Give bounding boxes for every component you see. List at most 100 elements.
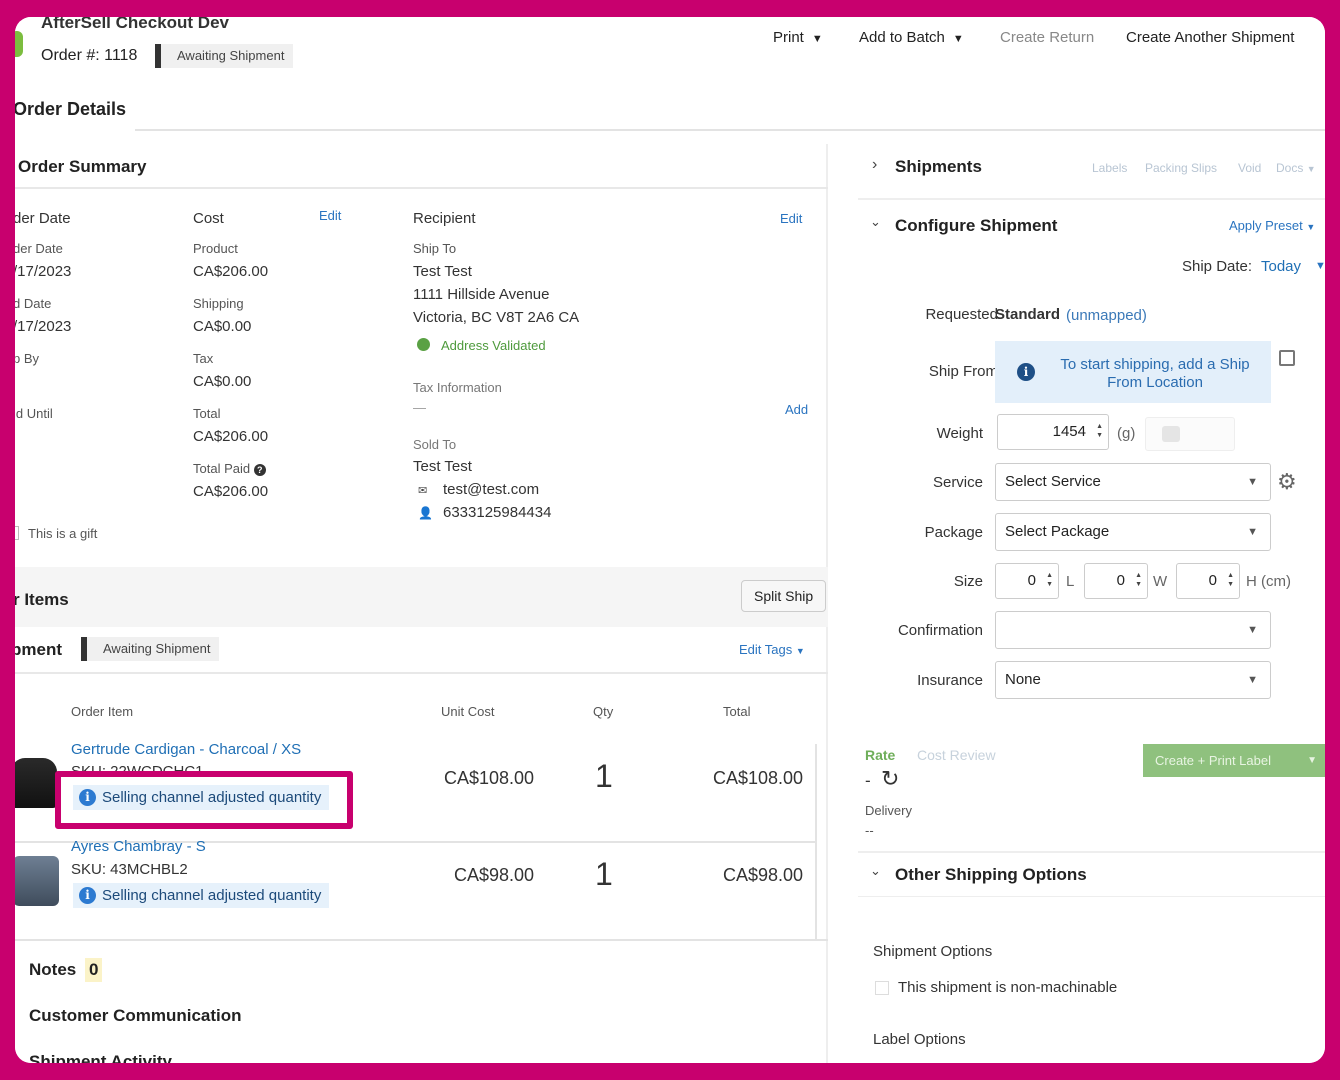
apply-preset-menu[interactable]: Apply Preset ▼ [1229, 218, 1315, 233]
docs-menu[interactable]: Docs ▼ [1276, 161, 1316, 175]
notes-section[interactable]: Notes 0 [29, 958, 103, 982]
order-date-value: /17/2023 [15, 263, 72, 280]
scale-button[interactable] [1145, 417, 1235, 451]
requested-mapping-link[interactable]: (unmapped) [1066, 307, 1147, 324]
chevron-down-icon[interactable]: ▼ [1315, 260, 1325, 272]
help-icon[interactable]: ? [253, 464, 266, 476]
tab-divider [135, 129, 1325, 131]
customer-communication-section[interactable]: Customer Communication [29, 1006, 242, 1026]
info-icon: i [1017, 363, 1035, 381]
recipient-name: Test Test [413, 263, 472, 280]
refresh-icon[interactable]: ↻ [881, 766, 899, 792]
insurance-select[interactable]: None ▼ [995, 661, 1271, 699]
insurance-label: Insurance [917, 672, 983, 689]
width-unit: W [1153, 573, 1168, 590]
create-print-label-button[interactable]: Create + Print Label ▼ [1143, 744, 1325, 777]
cost-edit-link[interactable]: Edit [319, 208, 341, 223]
add-to-batch-label: Add to Batch [859, 29, 945, 46]
address-validated: Address Validated [441, 338, 546, 353]
ship-to-label: Ship To [413, 241, 457, 256]
other-shipping-options-title[interactable]: Other Shipping Options [895, 865, 1087, 885]
weight-input[interactable]: 1454 ▲ ▼ [997, 414, 1109, 450]
tab-order-details[interactable]: Order Details [15, 99, 126, 120]
envelope-icon: ✉ [418, 485, 428, 497]
length-input[interactable]: 0 ▲ ▼ [995, 563, 1059, 599]
item-sku: SKU: 22WCDCHC1 [71, 763, 204, 771]
chevron-down-icon: ▼ [795, 646, 805, 656]
spinner-icon[interactable]: ▲ ▼ [1096, 422, 1103, 440]
ship-date-picker[interactable]: Today [1261, 258, 1301, 275]
print-button[interactable]: Print ▼ [763, 25, 833, 51]
shipment-status-badge: Awaiting Shipment [81, 637, 220, 661]
item-name-link[interactable]: Ayres Chambray - S [71, 838, 206, 855]
item-unit-cost: CA$98.00 [454, 865, 535, 885]
adjusted-qty-notice: i Selling channel adjusted quantity [73, 883, 330, 908]
tab-rate[interactable]: Rate [865, 747, 895, 763]
total-paid-text: Total Paid [193, 461, 251, 476]
rate-value: - [865, 771, 871, 790]
order-date-label: der Date [15, 241, 63, 256]
ship-from-message[interactable]: To start shipping, add a Ship From Locat… [1045, 356, 1265, 392]
col-total: Total [723, 704, 751, 719]
package-label: Package [924, 524, 983, 541]
spinner-icon[interactable]: ▲ ▼ [1227, 571, 1234, 589]
delivery-label: Delivery [865, 803, 912, 818]
product-label: Product [193, 241, 238, 256]
row-divider [15, 939, 828, 941]
chevron-down-icon: ▼ [1247, 476, 1258, 488]
delivery-value: -- [865, 823, 874, 838]
gift-label: This is a gift [28, 526, 98, 541]
chevron-down-icon[interactable]: ⌄ [870, 863, 881, 879]
void-link[interactable]: Void [1238, 161, 1261, 175]
scale-icon [1162, 426, 1180, 442]
package-select[interactable]: Select Package ▼ [995, 513, 1271, 551]
ship-from-label: Ship From [928, 363, 998, 380]
person-icon: 👤 [418, 506, 433, 520]
packing-slips-link[interactable]: Packing Slips [1145, 161, 1217, 175]
shipping-label: Shipping [193, 296, 244, 311]
confirmation-select[interactable]: ▼ [995, 611, 1271, 649]
paid-date-value: /17/2023 [15, 318, 72, 335]
weight-label: Weight [936, 425, 983, 442]
calculator-icon[interactable] [1279, 350, 1295, 366]
tax-info-add-link[interactable]: Add [785, 402, 808, 417]
order-summary-title: Order Summary [18, 157, 147, 176]
chevron-down-icon: ▼ [811, 33, 823, 45]
recipient-edit-link[interactable]: Edit [780, 211, 802, 226]
tab-cost-review[interactable]: Cost Review [917, 747, 996, 763]
tax-info-value: — [413, 400, 426, 415]
edit-tags-link[interactable]: Edit Tags ▼ [739, 642, 805, 657]
package-value: Select Package [1005, 523, 1110, 540]
spinner-icon[interactable]: ▲ ▼ [1135, 571, 1142, 589]
create-another-shipment-button[interactable]: Create Another Shipment [1116, 25, 1304, 51]
col-unit-cost: Unit Cost [441, 704, 495, 719]
create-return-button[interactable]: Create Return [990, 25, 1104, 51]
recipient-street: 1111 Hillside Avenue [413, 286, 550, 303]
gift-checkbox[interactable] [15, 526, 19, 540]
shipments-title[interactable]: Shipments [895, 157, 982, 177]
recipient-header: Recipient [413, 210, 476, 227]
width-input[interactable]: 0 ▲ ▼ [1084, 563, 1148, 599]
labels-link[interactable]: Labels [1092, 161, 1127, 175]
length-value: 0 [1027, 572, 1036, 589]
add-to-batch-button[interactable]: Add to Batch ▼ [849, 25, 974, 51]
service-select[interactable]: Select Service ▼ [995, 463, 1271, 501]
spinner-icon[interactable]: ▲ ▼ [1046, 571, 1053, 589]
non-machinable-checkbox[interactable] [875, 981, 889, 995]
height-unit: H (cm) [1246, 573, 1291, 590]
chevron-down-icon: ▼ [1247, 674, 1258, 686]
item-name-link[interactable]: Gertrude Cardigan - Charcoal / XS [71, 741, 301, 758]
chevron-right-icon[interactable]: › [872, 156, 877, 174]
col-order-item: Order Item [71, 704, 134, 719]
item-qty: 1 [595, 856, 613, 892]
split-ship-button[interactable]: Split Ship [741, 580, 827, 612]
order-header: AfterSell Checkout Dev Order #: 1118 Awa… [15, 17, 1325, 147]
height-value: 0 [1208, 572, 1217, 589]
gear-icon[interactable]: ⚙ [1277, 469, 1297, 495]
height-input[interactable]: 0 ▲ ▼ [1176, 563, 1240, 599]
total-paid-label: Total Paid ? [193, 461, 266, 476]
info-icon: i [79, 887, 96, 904]
chevron-down-icon[interactable]: ⌄ [870, 214, 881, 230]
shipment-activity-section[interactable]: Shipment Activity [29, 1052, 172, 1063]
item-unit-cost: CA$108.00 [444, 768, 535, 788]
